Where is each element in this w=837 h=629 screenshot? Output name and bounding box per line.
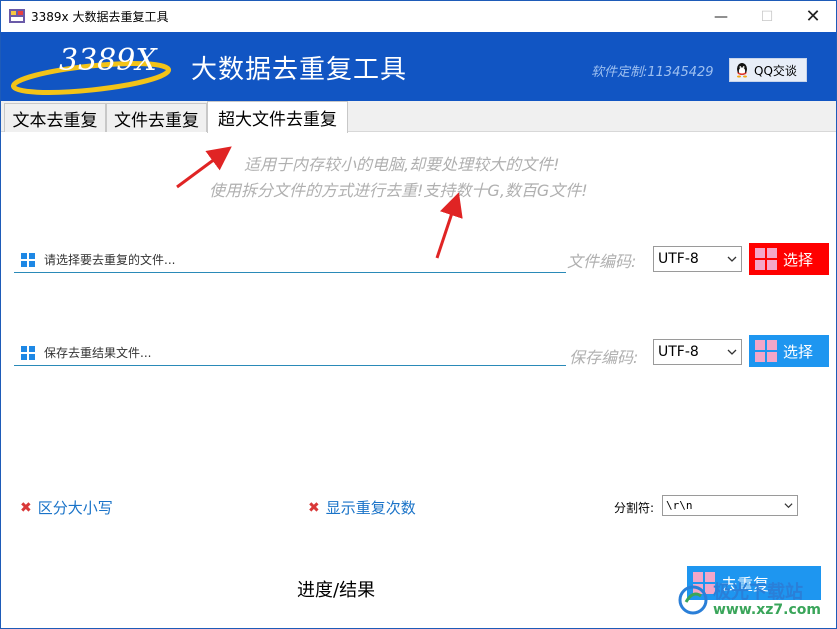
cross-icon: ✖ <box>308 499 320 516</box>
window-title: 3389x 大数据去重复工具 <box>31 10 169 24</box>
watermark-text-2: www.xz7.com <box>713 602 821 618</box>
logo-text: 3389X <box>59 43 158 78</box>
title-bar: 3389x 大数据去重复工具 — ☐ ✕ <box>1 1 836 32</box>
separator-label: 分割符: <box>614 501 655 515</box>
notice-line-2: 使用拆分文件的方式进行去重!支持数十G,数百G文件! <box>209 181 588 200</box>
file-tiles-icon <box>21 346 35 360</box>
app-icon <box>9 9 25 23</box>
qq-chat-button[interactable]: QQ交谈 <box>729 58 807 82</box>
logo: 3389X <box>11 43 172 95</box>
output-file-input[interactable] <box>14 340 566 366</box>
chevron-down-icon <box>727 349 737 355</box>
output-encoding-label: 保存编码: <box>569 348 639 367</box>
output-encoding-select[interactable]: UTF-8 <box>653 339 742 365</box>
chevron-down-icon <box>784 503 793 509</box>
file-tiles-icon <box>21 253 35 267</box>
tab-strip: 文本去重复 文件去重复 超大文件去重复 <box>1 101 836 133</box>
separator-value: \r\n <box>666 499 693 512</box>
custom-contact-text: 软件定制:11345429 <box>591 65 714 80</box>
watermark-text-1: 极光下载站 <box>713 582 803 603</box>
source-pick-button[interactable]: 选择 <box>749 243 829 275</box>
output-pick-button[interactable]: 选择 <box>749 335 829 367</box>
qq-button-label: QQ交谈 <box>754 63 797 78</box>
tab-large-file-dedup[interactable]: 超大文件去重复 <box>207 101 348 133</box>
notice-line-1: 适用于内存较小的电脑,却要处理较大的文件! <box>244 155 560 174</box>
source-encoding-value: UTF-8 <box>658 251 699 267</box>
source-encoding-label: 文件编码: <box>567 252 637 271</box>
tab-text-dedup[interactable]: 文本去重复 <box>4 103 106 132</box>
progress-result-label: 进度/结果 <box>297 580 376 601</box>
qq-penguin-icon <box>737 63 747 78</box>
source-file-input[interactable] <box>14 247 566 273</box>
watermark: 极光下载站 www.xz7.com <box>677 578 827 622</box>
app-window: 3389x 大数据去重复工具 — ☐ ✕ 3389X 大数据去重复工具 软件定制… <box>0 0 837 629</box>
source-encoding-select[interactable]: UTF-8 <box>653 246 742 272</box>
minimize-button[interactable]: — <box>698 1 744 32</box>
tiles-icon <box>755 248 777 270</box>
close-button[interactable]: ✕ <box>790 1 836 32</box>
chevron-down-icon <box>727 256 737 262</box>
cross-icon: ✖ <box>20 499 32 516</box>
output-encoding-value: UTF-8 <box>658 344 699 360</box>
output-pick-label: 选择 <box>783 342 814 361</box>
show-repeat-count-toggle[interactable]: ✖ 显示重复次数 <box>308 497 416 518</box>
maximize-button[interactable]: ☐ <box>744 1 790 32</box>
header-banner: 3389X 大数据去重复工具 软件定制:11345429 QQ交谈 <box>1 32 836 101</box>
case-sensitive-label: 区分大小写 <box>37 499 113 517</box>
watermark-logo-icon <box>678 585 708 615</box>
source-pick-label: 选择 <box>783 250 814 269</box>
tiles-icon <box>755 340 777 362</box>
separator-select[interactable]: \r\n <box>662 495 798 516</box>
case-sensitive-toggle[interactable]: ✖ 区分大小写 <box>20 497 113 518</box>
app-title: 大数据去重复工具 <box>191 55 408 85</box>
show-repeat-count-label: 显示重复次数 <box>325 499 416 517</box>
tab-file-dedup[interactable]: 文件去重复 <box>106 103 207 132</box>
